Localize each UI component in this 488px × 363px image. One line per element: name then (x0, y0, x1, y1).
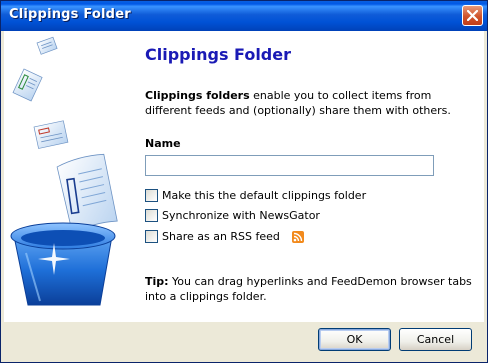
tip-rest: You can drag hyperlinks and FeedDemon br… (145, 275, 472, 303)
default-folder-label: Make this the default clippings folder (162, 189, 367, 202)
close-button[interactable] (462, 5, 483, 26)
title-bar[interactable]: Clippings Folder (1, 1, 487, 31)
description-text: Clippings folders enable you to collect … (145, 88, 465, 118)
dialog-window: Clippings Folder Clippings Folder Clippi… (0, 0, 488, 363)
dialog-content: Clippings Folder Clippings folders enabl… (4, 31, 484, 322)
sync-newsgator-label: Synchronize with NewsGator (162, 209, 320, 222)
cancel-button[interactable]: Cancel (399, 328, 472, 351)
close-icon (467, 10, 478, 21)
share-rss-label: Share as an RSS feed (162, 230, 280, 243)
name-input[interactable] (145, 155, 434, 176)
sync-newsgator-option[interactable]: Synchronize with NewsGator (145, 208, 320, 223)
name-label: Name (145, 137, 181, 150)
share-rss-option[interactable]: Share as an RSS feed (145, 229, 304, 244)
window-title: Clippings Folder (9, 7, 131, 22)
default-folder-option[interactable]: Make this the default clippings folder (145, 188, 366, 203)
clippings-basket-illustration (10, 36, 118, 306)
rss-feed-icon (291, 230, 304, 243)
default-folder-checkbox[interactable] (145, 189, 158, 202)
sync-newsgator-checkbox[interactable] (145, 209, 158, 222)
ok-button[interactable]: OK (318, 328, 391, 351)
page-heading: Clippings Folder (145, 45, 291, 64)
tip-bold: Tip: (145, 275, 169, 288)
description-bold: Clippings folders (145, 89, 250, 102)
share-rss-checkbox[interactable] (145, 230, 158, 243)
tip-text: Tip: You can drag hyperlinks and FeedDem… (145, 274, 475, 304)
